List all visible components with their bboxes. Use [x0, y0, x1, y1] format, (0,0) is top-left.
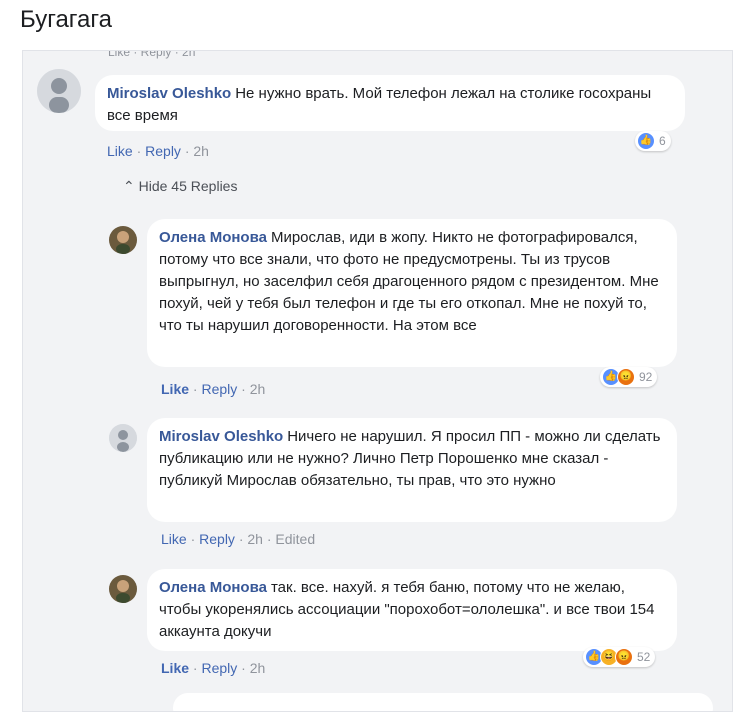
reaction-summary[interactable]: 👍 6: [635, 131, 671, 151]
reply-link[interactable]: Reply: [145, 143, 181, 159]
comments-panel: Like · Reply · 2h Miroslav Oleshko Не нуж…: [22, 50, 733, 712]
comment-author[interactable]: Олена Монова: [159, 229, 267, 246]
comment-author[interactable]: Олена Монова: [159, 579, 267, 596]
cut-off-actions: Like · Reply · 2h: [108, 50, 196, 59]
timestamp[interactable]: 2h: [250, 381, 266, 397]
comment-author[interactable]: Miroslav Oleshko: [159, 428, 283, 445]
timestamp[interactable]: 2h: [193, 143, 209, 159]
avatar[interactable]: [109, 575, 137, 603]
like-link[interactable]: Like: [161, 660, 189, 676]
chevron-up-icon: ⌃: [123, 178, 135, 194]
like-link[interactable]: Like: [107, 143, 133, 159]
comment-bubble: Олена Монова Мирослав, иди в жопу. Никто …: [147, 219, 677, 367]
angry-reaction-icon: 😠: [615, 648, 633, 666]
reaction-summary[interactable]: 👍 😆 😠 52: [583, 647, 656, 667]
comment-bubble: Miroslav Oleshko Не нужно врать. Мой теле…: [95, 75, 685, 131]
post-title: Бугагага: [20, 6, 112, 33]
comment-actions: Like · Reply · 2h: [161, 381, 266, 397]
reply-link[interactable]: Reply: [201, 381, 237, 397]
like-link[interactable]: Like: [161, 531, 187, 547]
comment-actions: Like · Reply · 2h: [107, 143, 209, 159]
angry-reaction-icon: 😠: [617, 368, 635, 386]
avatar[interactable]: [109, 226, 137, 254]
reply-link[interactable]: Reply: [199, 531, 235, 547]
comment-bubble: Miroslav Oleshko Ничего не нарушил. Я про…: [147, 418, 677, 522]
comment-bubble: Олена Монова так. все. нахуй. я тебя баню…: [147, 569, 677, 651]
timestamp[interactable]: 2h: [247, 531, 263, 547]
reaction-summary[interactable]: 👍 😠 92: [600, 367, 658, 387]
avatar[interactable]: [37, 69, 81, 113]
avatar[interactable]: [109, 424, 137, 452]
next-comment-bubble: [173, 693, 713, 711]
hide-replies-link[interactable]: ⌃ Hide 45 Replies: [123, 178, 237, 195]
edited-label[interactable]: Edited: [275, 531, 315, 547]
timestamp[interactable]: 2h: [250, 660, 266, 676]
reply-link[interactable]: Reply: [201, 660, 237, 676]
like-link[interactable]: Like: [161, 381, 189, 397]
comment-actions: Like · Reply · 2h · Edited: [161, 531, 316, 547]
like-reaction-icon: 👍: [637, 132, 655, 150]
comment-author[interactable]: Miroslav Oleshko: [107, 85, 231, 102]
comment-actions: Like · Reply · 2h: [161, 660, 266, 676]
